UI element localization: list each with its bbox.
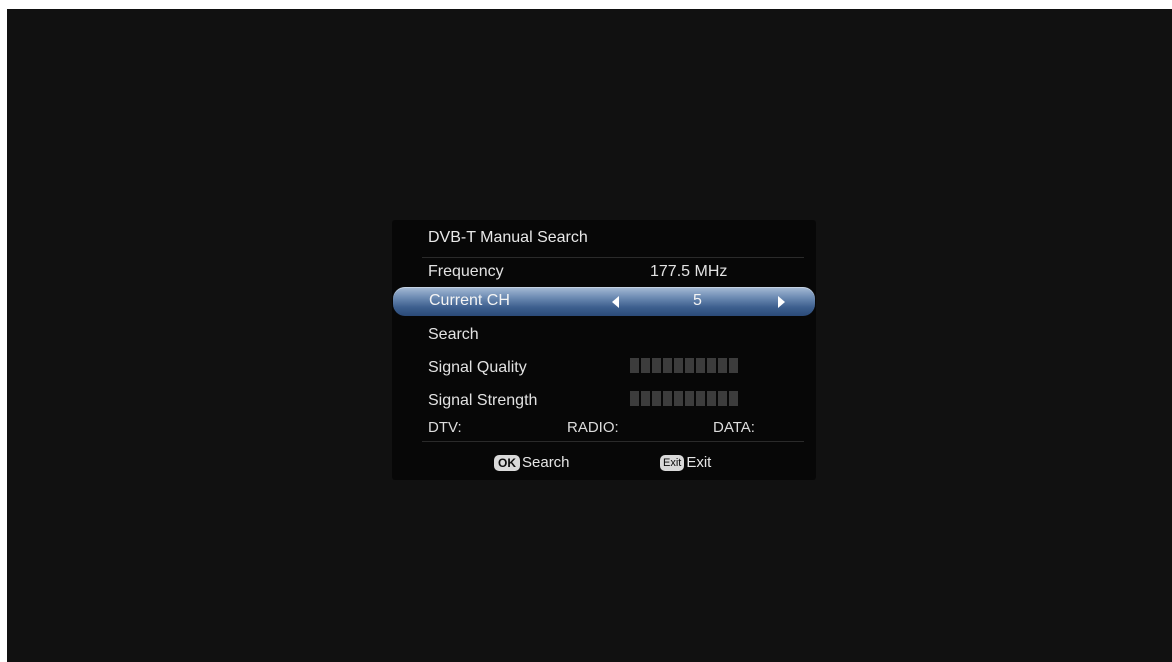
ok-hint-label: Search bbox=[522, 454, 570, 471]
signal-quality-segment bbox=[718, 358, 727, 373]
signal-quality-segment bbox=[663, 358, 672, 373]
frequency-label: Frequency bbox=[428, 263, 504, 280]
signal-strength-segment bbox=[718, 391, 727, 406]
arrow-right-icon[interactable] bbox=[778, 296, 785, 308]
signal-quality-segment bbox=[707, 358, 716, 373]
current-ch-value: 5 bbox=[693, 292, 702, 309]
signal-quality-segment bbox=[641, 358, 650, 373]
signal-quality-meter bbox=[630, 358, 738, 373]
signal-strength-segment bbox=[729, 391, 738, 406]
manual-search-dialog: DVB-T Manual Search Frequency 177.5 MHz … bbox=[392, 220, 816, 480]
radio-count-label: RADIO: bbox=[567, 419, 619, 436]
signal-quality-segment bbox=[696, 358, 705, 373]
current-ch-row[interactable]: Current CH 5 bbox=[393, 287, 815, 316]
signal-quality-label: Signal Quality bbox=[428, 359, 527, 376]
arrow-left-icon[interactable] bbox=[612, 296, 619, 308]
exit-hint-label: Exit bbox=[686, 454, 712, 471]
ok-search-hint[interactable]: OK Search bbox=[494, 454, 570, 471]
dtv-count-label: DTV: bbox=[428, 419, 462, 436]
footer-divider bbox=[422, 441, 804, 442]
tv-screen: DVB-T Manual Search Frequency 177.5 MHz … bbox=[7, 9, 1172, 662]
signal-strength-segment bbox=[707, 391, 716, 406]
signal-strength-segment bbox=[674, 391, 683, 406]
signal-quality-segment bbox=[685, 358, 694, 373]
ok-key-icon: OK bbox=[494, 454, 520, 471]
signal-strength-segment bbox=[641, 391, 650, 406]
data-count-label: DATA: bbox=[713, 419, 755, 436]
title-divider bbox=[422, 257, 804, 258]
dialog-title: DVB-T Manual Search bbox=[428, 229, 588, 246]
exit-key-icon: Exit bbox=[660, 454, 685, 471]
signal-quality-segment bbox=[630, 358, 639, 373]
signal-strength-segment bbox=[663, 391, 672, 406]
exit-hint[interactable]: Exit Exit bbox=[660, 454, 711, 471]
signal-quality-segment bbox=[652, 358, 661, 373]
signal-strength-segment bbox=[696, 391, 705, 406]
signal-strength-segment bbox=[685, 391, 694, 406]
signal-strength-meter bbox=[630, 391, 738, 406]
signal-quality-segment bbox=[729, 358, 738, 373]
signal-strength-segment bbox=[630, 391, 639, 406]
search-option[interactable]: Search bbox=[428, 326, 479, 344]
signal-quality-segment bbox=[674, 358, 683, 373]
current-ch-label: Current CH bbox=[429, 292, 510, 309]
signal-strength-segment bbox=[652, 391, 661, 406]
frequency-value: 177.5 MHz bbox=[650, 263, 728, 280]
signal-strength-label: Signal Strength bbox=[428, 392, 538, 409]
